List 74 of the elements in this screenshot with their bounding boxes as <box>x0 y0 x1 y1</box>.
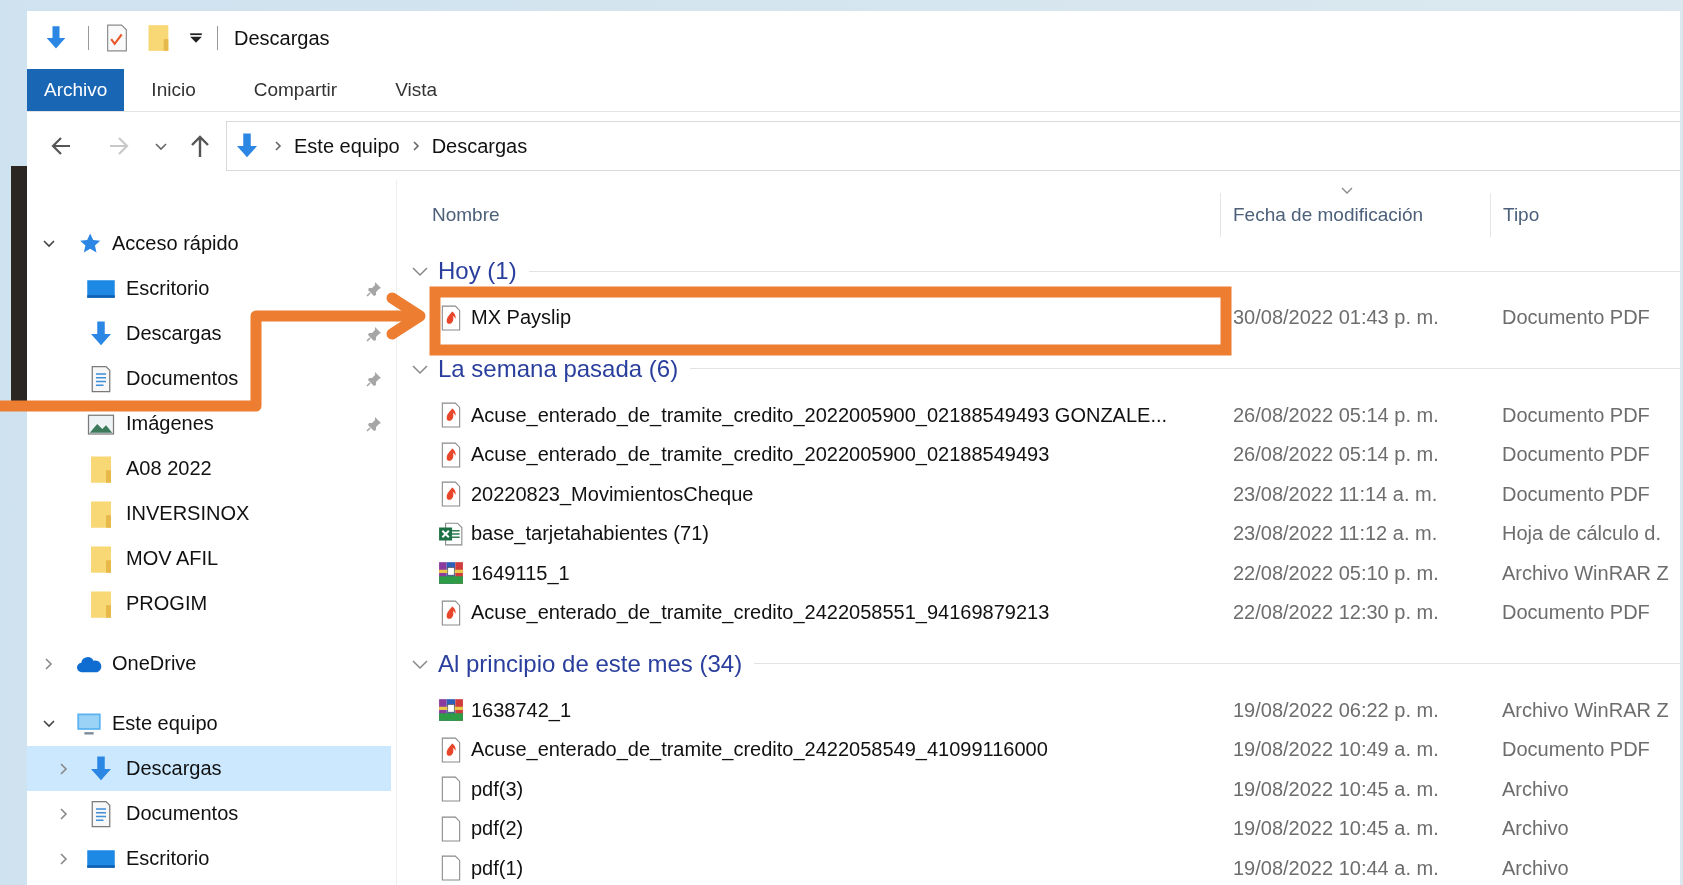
file-name[interactable]: 1649115_1 <box>471 561 570 585</box>
file-name[interactable]: MX Payslip <box>471 306 572 330</box>
modified-date: 30/08/2022 01:43 p. m. <box>1232 306 1440 330</box>
nav-item[interactable]: Imágenes <box>27 401 391 446</box>
column-header[interactable]: Fecha de modificación <box>1220 193 1490 237</box>
modified-date: 19/08/2022 10:49 a. m. <box>1232 738 1440 762</box>
modified-date: 26/08/2022 05:14 p. m. <box>1232 443 1440 467</box>
file-name[interactable]: 20220823_MovimientosCheque <box>471 482 754 506</box>
group-header[interactable]: Hoy (1) <box>438 257 517 285</box>
modified-date: 19/08/2022 10:44 a. m. <box>1232 856 1440 880</box>
modified-date: 19/08/2022 10:45 a. m. <box>1232 817 1440 841</box>
properties-icon[interactable] <box>105 24 129 52</box>
modified-date: 19/08/2022 06:22 p. m. <box>1232 698 1440 722</box>
nav-item[interactable]: Descargas <box>27 746 391 791</box>
nav-item[interactable]: Acceso rápido <box>27 221 391 266</box>
file-type: Documento PDF <box>1501 482 1651 506</box>
file-type: Archivo WinRAR Z <box>1501 698 1670 722</box>
file-type: Hoja de cálculo d. <box>1501 522 1662 546</box>
file-name[interactable]: pdf(3) <box>471 777 524 801</box>
breadcrumb[interactable]: Este equipo <box>294 134 400 158</box>
spreadsheet-file-icon <box>438 520 464 547</box>
column-header[interactable]: Nombre <box>432 193 1220 237</box>
file-name[interactable]: Acuse_enterado_de_tramite_credito_2422058549_41099116000 <box>471 738 1048 762</box>
nav-item[interactable]: Descargas <box>27 311 391 356</box>
modified-date: 26/08/2022 05:14 p. m. <box>1232 403 1440 427</box>
nav-item[interactable]: MOV AFIL <box>27 536 391 581</box>
nav-item[interactable]: Escritorio <box>27 836 391 881</box>
file-type: Documento PDF <box>1501 403 1651 427</box>
group-header[interactable]: Al principio de este mes (34) <box>438 649 743 678</box>
modified-date: 23/08/2022 11:12 a. m. <box>1232 522 1439 546</box>
file-name[interactable]: pdf(1) <box>471 856 524 880</box>
file-name[interactable]: 1638742_1 <box>471 698 572 722</box>
breadcrumb[interactable]: Descargas <box>431 134 528 158</box>
modified-date: 19/08/2022 10:45 a. m. <box>1232 777 1440 801</box>
nav-item[interactable]: PROGIM <box>27 581 391 626</box>
pin-icon[interactable] <box>365 414 383 433</box>
pin-icon[interactable] <box>365 279 383 298</box>
ribbon-tab[interactable]: Archivo <box>27 69 125 111</box>
pin-icon[interactable] <box>365 324 383 343</box>
nav-item[interactable]: Documentos <box>27 356 391 401</box>
file-type: Documento PDF <box>1501 738 1651 762</box>
file-type: Documento PDF <box>1501 306 1651 330</box>
nav-item[interactable]: INVERSINOX <box>27 491 391 536</box>
nav-item[interactable]: A08 2022 <box>27 446 391 491</box>
modified-date: 22/08/2022 05:10 p. m. <box>1232 561 1440 585</box>
caret-icon[interactable] <box>189 31 203 45</box>
file-name[interactable]: Acuse_enterado_de_tramite_credito_2022005900_02188549493 <box>471 443 1050 467</box>
nav-item[interactable]: OneDrive <box>27 641 391 686</box>
file-name[interactable]: pdf(2) <box>471 817 524 841</box>
ribbon-tab[interactable]: Inicio <box>134 69 213 111</box>
file-type: Archivo WinRAR Z <box>1501 561 1670 585</box>
archive-file-icon <box>438 560 464 587</box>
folder-icon[interactable] <box>147 24 171 52</box>
archive-file-icon <box>438 697 464 724</box>
file-type: Archivo <box>1501 856 1570 880</box>
column-header[interactable]: Tipo <box>1490 193 1680 237</box>
file-type: Archivo <box>1501 777 1570 801</box>
file-type: Archivo <box>1501 817 1570 841</box>
ribbon-tab[interactable]: Vista <box>378 69 455 111</box>
ribbon-tab[interactable]: Compartir <box>236 69 355 111</box>
nav-item[interactable]: Escritorio <box>27 266 391 311</box>
file-name[interactable]: Acuse_enterado_de_tramite_credito_2022005900_02188549493 GONZALE... <box>471 403 1168 427</box>
file-type: Documento PDF <box>1501 601 1651 625</box>
group-header[interactable]: La semana pasada (6) <box>438 354 679 383</box>
pin-icon[interactable] <box>365 369 383 388</box>
address-bar[interactable]: Este equipo Descargas <box>226 121 1680 171</box>
modified-date: 22/08/2022 12:30 p. m. <box>1232 601 1440 625</box>
file-name[interactable]: Acuse_enterado_de_tramite_credito_2422058551_94169879213 <box>471 601 1050 625</box>
file-type: Documento PDF <box>1501 443 1651 467</box>
window-title: Descargas <box>234 26 330 50</box>
nav-item[interactable]: Documentos <box>27 791 391 836</box>
file-name[interactable]: base_tarjetahabientes (71) <box>471 522 709 546</box>
nav-item[interactable]: Este equipo <box>27 701 391 746</box>
modified-date: 23/08/2022 11:14 a. m. <box>1232 482 1439 506</box>
